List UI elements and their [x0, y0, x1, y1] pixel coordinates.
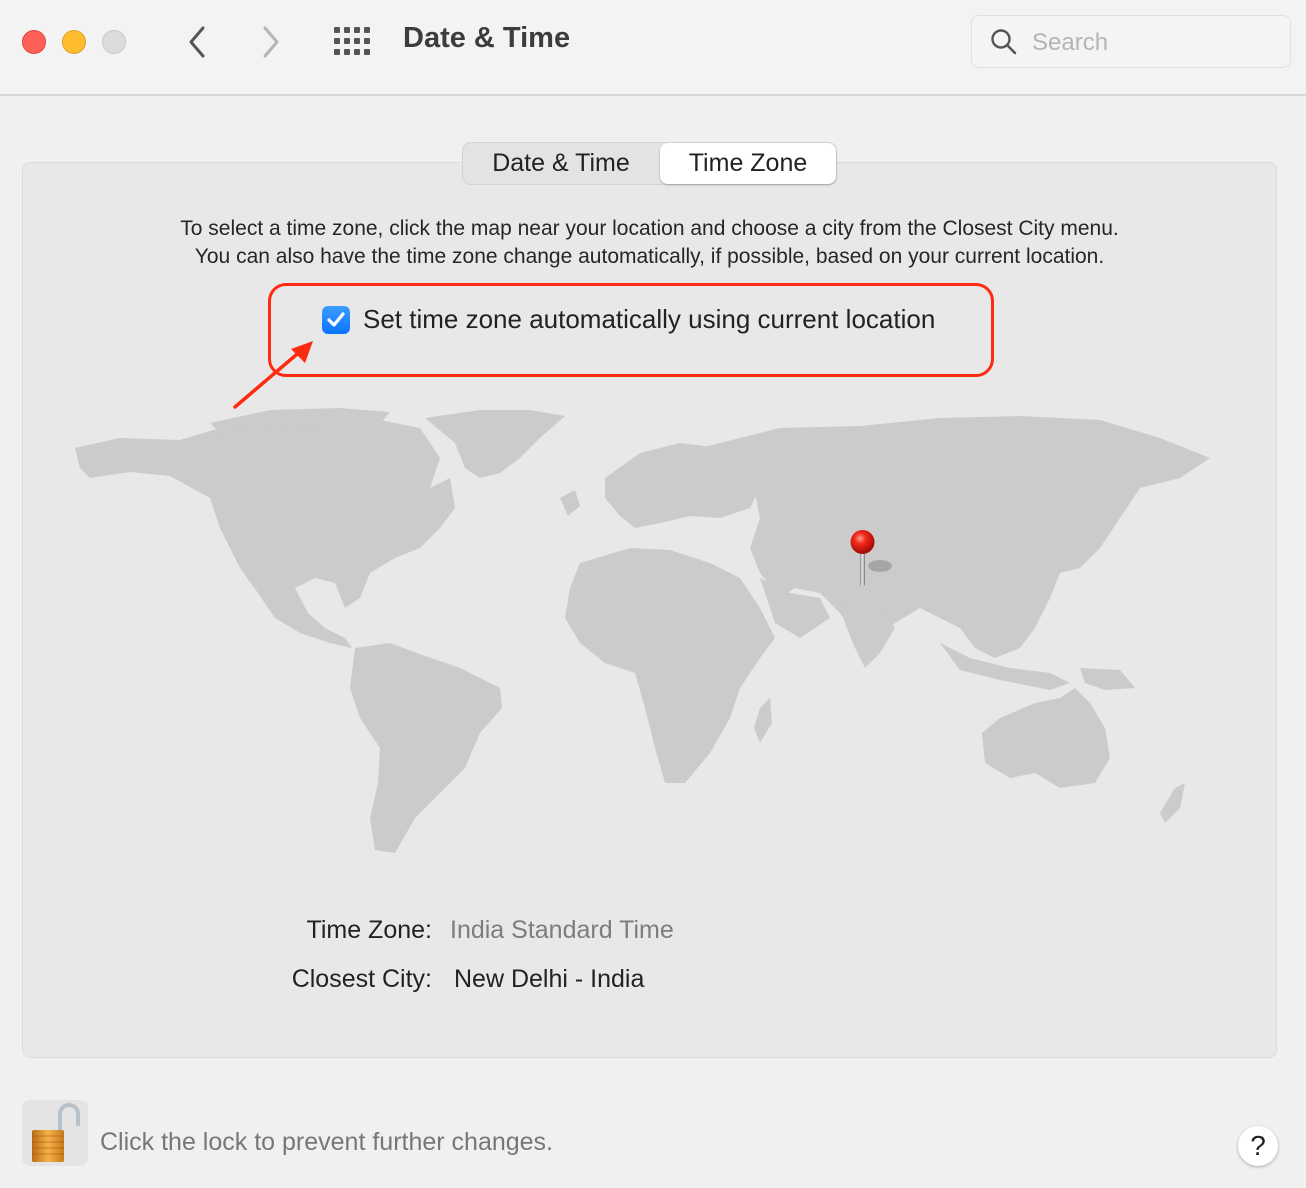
location-pin-icon [850, 530, 892, 586]
window-title: Date & Time [403, 22, 571, 54]
minimize-window-button[interactable] [62, 30, 86, 54]
search-field[interactable] [971, 15, 1291, 68]
forward-button[interactable] [256, 22, 286, 62]
instructions-line-2: You can also have the time zone change a… [194, 245, 1105, 268]
back-button[interactable] [182, 22, 212, 62]
chevron-left-icon [189, 26, 205, 58]
tab-date-time[interactable]: Date & Time [463, 143, 659, 184]
map-north-america [75, 420, 455, 648]
annotation-highlight-box [268, 283, 994, 377]
world-map[interactable] [60, 398, 1240, 868]
map-new-guinea [1080, 668, 1135, 690]
search-icon [991, 29, 1017, 55]
search-input[interactable] [1030, 24, 1284, 62]
close-window-button[interactable] [22, 30, 46, 54]
unlocked-padlock-icon [32, 1103, 80, 1162]
lock-status-text: Click the lock to prevent further change… [100, 1128, 554, 1156]
map-australia [982, 688, 1110, 788]
tab-bar: Date & Time Time Zone [462, 142, 837, 185]
window-toolbar: Date & Time [0, 0, 1306, 96]
map-south-america [350, 643, 502, 853]
instructions-line-1: To select a time zone, click the map nea… [180, 217, 1119, 240]
map-madagascar [754, 698, 772, 743]
map-new-zealand [1160, 783, 1185, 823]
chevron-right-icon [263, 26, 279, 58]
time-zone-value: India Standard Time [450, 916, 674, 944]
zoom-window-button [102, 30, 126, 54]
tab-time-zone[interactable]: Time Zone [660, 143, 836, 184]
map-uk [560, 490, 580, 516]
help-button[interactable]: ? [1238, 1126, 1278, 1166]
time-zone-label: Time Zone: [306, 916, 432, 944]
closest-city-value[interactable]: New Delhi - India [454, 965, 644, 994]
show-all-grid-icon[interactable] [334, 27, 372, 55]
lock-button[interactable] [22, 1100, 88, 1166]
closest-city-label: Closest City: [291, 965, 432, 993]
map-greenland [425, 410, 565, 478]
map-africa [565, 548, 775, 783]
